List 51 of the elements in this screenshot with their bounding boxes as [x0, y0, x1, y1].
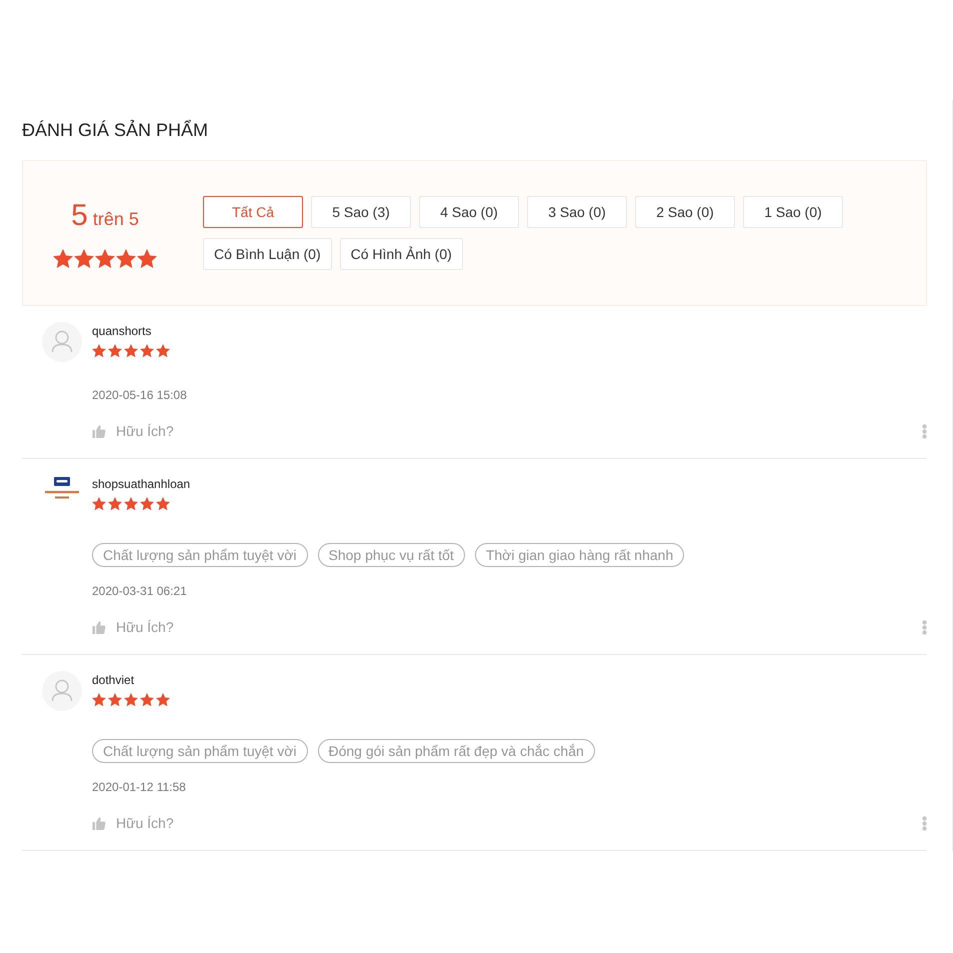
review-tag: Thời gian giao hàng rất nhanh — [474, 543, 684, 567]
reviewer-name: shopsuathanhloan — [92, 476, 190, 492]
review-tag: Shop phục vụ rất tốt — [318, 543, 465, 567]
star-icon — [124, 497, 138, 510]
review-date: 2020-01-12 11:58 — [92, 779, 186, 795]
star-icon — [53, 248, 73, 268]
thumbs-up-icon — [92, 620, 106, 634]
review-tag: Chất lượng sản phẩm tuyệt vời — [92, 543, 308, 567]
more-icon[interactable] — [922, 816, 927, 830]
review-tag: Chất lượng sản phẩm tuyệt vời — [92, 739, 308, 763]
reviewer-name: dothviet — [92, 672, 134, 688]
thumbs-up-icon — [92, 424, 106, 438]
rating-scale: trên 5 — [92, 208, 139, 230]
star-icon — [140, 344, 154, 358]
user-avatar-icon — [42, 671, 82, 711]
section-title: ĐÁNH GIÁ SẢN PHẨM — [22, 118, 210, 141]
more-icon[interactable] — [922, 424, 927, 438]
star-icon — [92, 693, 106, 706]
rating-score: 5 — [71, 198, 88, 234]
star-icon — [156, 344, 170, 358]
filter-button[interactable]: 2 Sao (0) — [635, 196, 735, 228]
star-icon — [74, 248, 94, 268]
star-icon — [92, 497, 106, 510]
review-tag: Đóng gói sản phẩm rất đẹp và chắc chắn — [318, 739, 595, 763]
filter-button[interactable]: Có Hình Ảnh (0) — [340, 238, 463, 270]
filter-button[interactable]: 4 Sao (0) — [419, 196, 519, 228]
filter-button[interactable]: 5 Sao (3) — [311, 196, 411, 228]
review-date: 2020-05-16 15:08 — [92, 387, 187, 403]
star-icon — [156, 497, 170, 510]
shop-logo-icon — [44, 477, 80, 501]
filter-button[interactable]: 1 Sao (0) — [743, 196, 843, 228]
star-icon — [108, 497, 122, 510]
star-icon — [116, 248, 136, 268]
star-icon — [108, 344, 122, 358]
filter-button[interactable]: Có Bình Luận (0) — [203, 238, 332, 270]
star-icon — [108, 693, 122, 706]
star-icon — [124, 344, 138, 358]
star-icon — [140, 497, 154, 510]
star-icon — [156, 693, 170, 706]
user-avatar-icon — [42, 322, 82, 362]
star-icon — [124, 693, 138, 706]
more-icon[interactable] — [922, 620, 927, 634]
star-icon — [95, 248, 115, 268]
filter-button[interactable]: Tất Cả — [203, 196, 303, 228]
star-icon — [140, 693, 154, 706]
star-icon — [92, 344, 106, 358]
review-date: 2020-03-31 06:21 — [92, 583, 187, 599]
reviewer-name: quanshorts — [92, 323, 152, 339]
thumbs-up-icon — [92, 816, 106, 830]
filter-button[interactable]: 3 Sao (0) — [527, 196, 627, 228]
star-icon — [137, 248, 157, 268]
